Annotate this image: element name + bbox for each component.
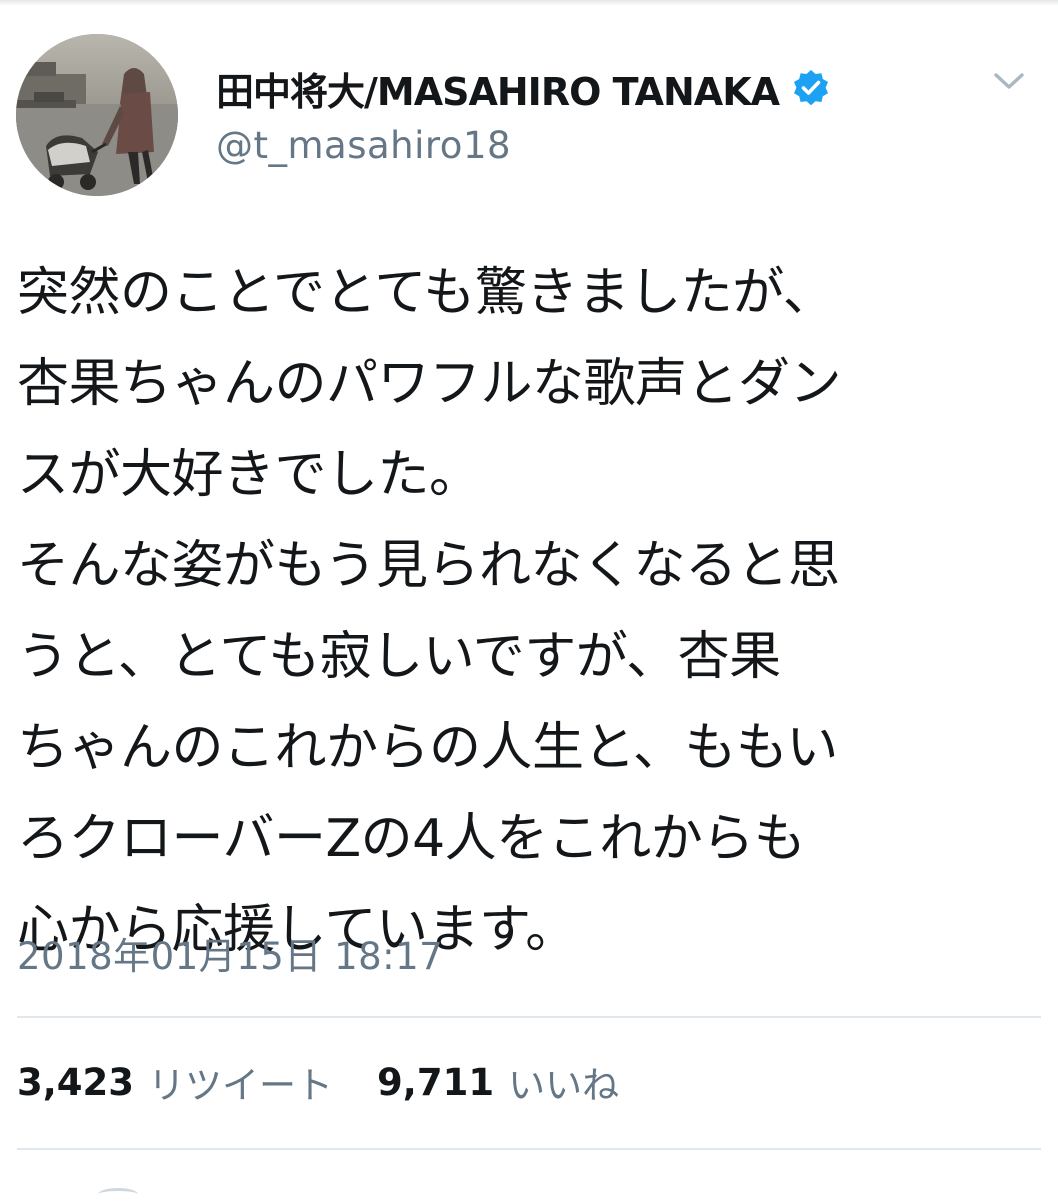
like-stat[interactable]: 9,711 いいね: [377, 1055, 619, 1109]
tweet-text-line: 突然のことでとても驚きましたが、: [17, 263, 835, 323]
tweet-text-line: そんな姿がもう見られなくなると思: [17, 536, 840, 596]
tweet-timestamp[interactable]: 2018年01月15日 18:17: [17, 926, 443, 980]
display-name[interactable]: 田中将大/MASAHIRO TANAKA: [216, 61, 780, 116]
retweet-stat[interactable]: 3,423 リツイート: [17, 1055, 333, 1109]
retweet-count: 3,423: [17, 1060, 135, 1104]
like-count: 9,711: [377, 1060, 495, 1104]
tweet-text-line: ろクローバーZの4人をこれからも: [17, 809, 806, 869]
username[interactable]: @t_masahiro18: [216, 124, 511, 167]
stats-divider-top: [17, 1016, 1041, 1018]
tweet-text-line: うと、とても寂しいですが、杏果: [17, 627, 781, 687]
tweet-text: 突然のことでとても驚きましたが、 杏果ちゃんのパワフルな歌声とダン スが大好きで…: [17, 248, 1047, 976]
tweet-stats: 3,423 リツイート 9,711 いいね: [17, 1052, 663, 1112]
tweet-text-line: ちゃんのこれからの人生と、ももい: [17, 718, 838, 778]
avatar-photo: [16, 34, 178, 196]
like-label: いいね: [508, 1064, 620, 1107]
top-edge-shadow: [0, 0, 1058, 6]
stats-divider-bottom: [17, 1148, 1041, 1150]
author-header[interactable]: 田中将大/MASAHIRO TANAKA: [216, 58, 831, 118]
tweet-text-line: 杏果ちゃんのパワフルな歌声とダン: [17, 354, 842, 414]
retweet-label: リツイート: [148, 1064, 334, 1107]
verified-badge-icon: [791, 68, 831, 108]
tweet-text-line: スが大好きでした。: [17, 445, 481, 505]
chevron-down-icon[interactable]: [992, 64, 1026, 98]
avatar[interactable]: [16, 34, 178, 196]
